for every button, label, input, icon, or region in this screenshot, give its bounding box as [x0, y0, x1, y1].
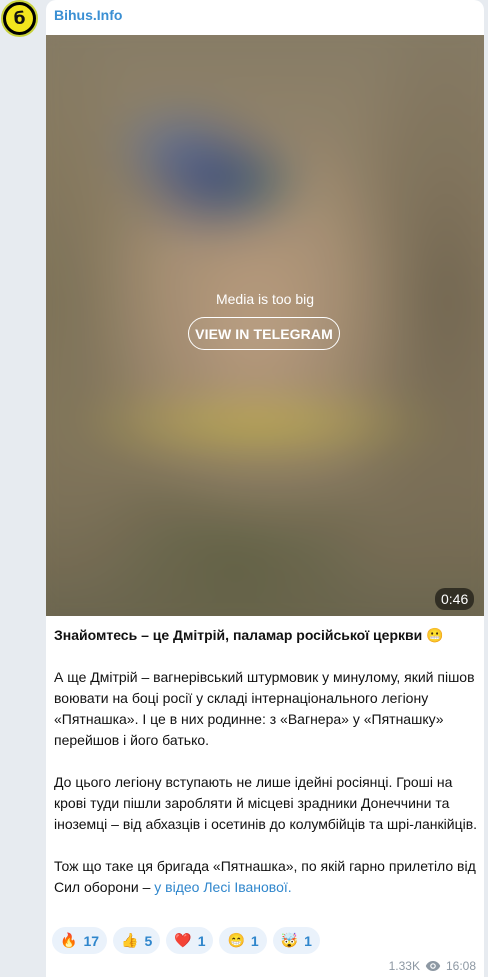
reaction-count: 17 [83, 932, 100, 949]
message-time: 16:08 [445, 959, 476, 973]
post-paragraph-2: До цього легіону вступають не лише ідейн… [54, 774, 478, 832]
video-preview[interactable]: Media is too big VIEW IN TELEGRAM 0:46 [46, 35, 484, 616]
view-in-telegram-button[interactable]: VIEW IN TELEGRAM [188, 317, 340, 350]
avatar-logo: б [6, 5, 33, 32]
reaction-count: 1 [304, 932, 312, 949]
reaction-count: 5 [144, 932, 153, 949]
mind-blown-emoji-icon: 🤯 [280, 932, 299, 948]
eye-icon [425, 961, 441, 971]
channel-avatar[interactable]: б [1, 0, 38, 37]
reaction-count: 1 [250, 932, 259, 949]
grin-emoji-icon: 😁 [227, 932, 245, 948]
message-bubble: Bihus.Info Media is too big VIEW IN TELE… [46, 0, 484, 977]
view-count: 1.33K [388, 959, 420, 973]
post-title: Знайомтесь – це Дмітрій, паламар російсь… [54, 627, 444, 643]
video-link[interactable]: у відео Лесі Іванової. [154, 879, 291, 895]
reactions-bar: 🔥 17 👍 5 ❤️ 1 😁 1 🤯 1 [52, 927, 320, 954]
reaction-heart[interactable]: ❤️ 1 [166, 927, 214, 954]
heart-emoji-icon: ❤️ [174, 932, 192, 948]
message-meta: 1.33K 16:08 [389, 959, 476, 973]
reaction-mind-blown[interactable]: 🤯 1 [272, 927, 320, 954]
thumbs-up-emoji-icon: 👍 [121, 932, 139, 948]
reaction-thumbs-up[interactable]: 👍 5 [113, 927, 161, 954]
channel-name-link[interactable]: Bihus.Info [54, 7, 122, 23]
reaction-grin[interactable]: 😁 1 [219, 927, 267, 954]
post-text: Знайомтесь – це Дмітрій, паламар російсь… [54, 625, 478, 898]
post-paragraph-1: А ще Дмітрій – вагнерівський штурмовик у… [54, 669, 475, 748]
media-too-big-text: Media is too big [215, 291, 315, 307]
reaction-count: 1 [197, 932, 206, 949]
video-duration-badge: 0:46 [435, 588, 475, 610]
reaction-fire[interactable]: 🔥 17 [52, 927, 108, 954]
fire-emoji-icon: 🔥 [60, 932, 78, 948]
post-paragraph-3: Тож що таке ця бригада «Пятнашка», по як… [54, 856, 478, 898]
